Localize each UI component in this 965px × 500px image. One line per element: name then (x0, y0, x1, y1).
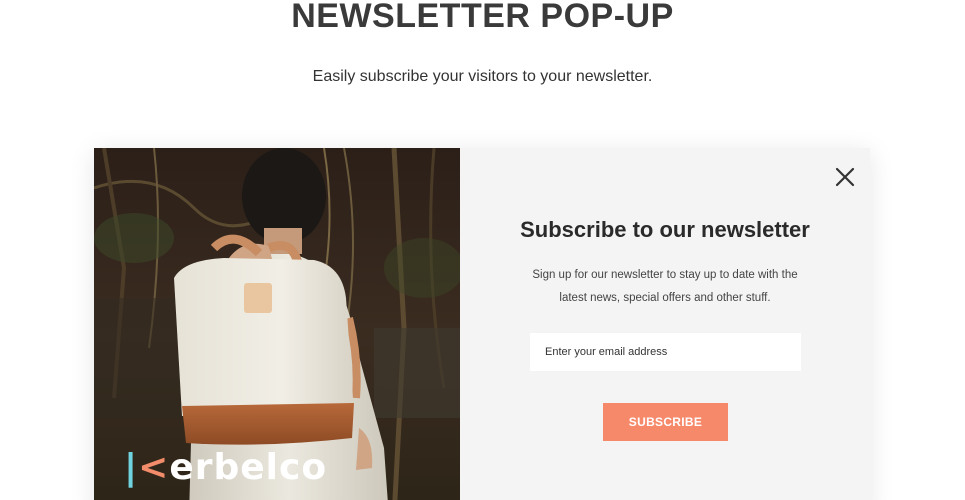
page: NEWSLETTER POP-UP Easily subscribe your … (0, 0, 965, 500)
page-subtitle: Easily subscribe your visitors to your n… (312, 68, 653, 85)
email-field[interactable] (530, 333, 801, 371)
popup-description: Sign up for our newsletter to stay up to… (532, 269, 798, 304)
popup-image: |<erbelco (94, 148, 460, 500)
subscribe-button[interactable]: SUBSCRIBE (603, 403, 728, 441)
page-title: NEWSLETTER POP-UP (291, 0, 674, 35)
newsletter-popup: |<erbelco Subscribe to our newsletter Si… (94, 148, 870, 500)
close-icon[interactable] (834, 166, 856, 188)
popup-heading: Subscribe to our newsletter (520, 217, 810, 242)
brand-logo: |<erbelco (124, 447, 328, 488)
